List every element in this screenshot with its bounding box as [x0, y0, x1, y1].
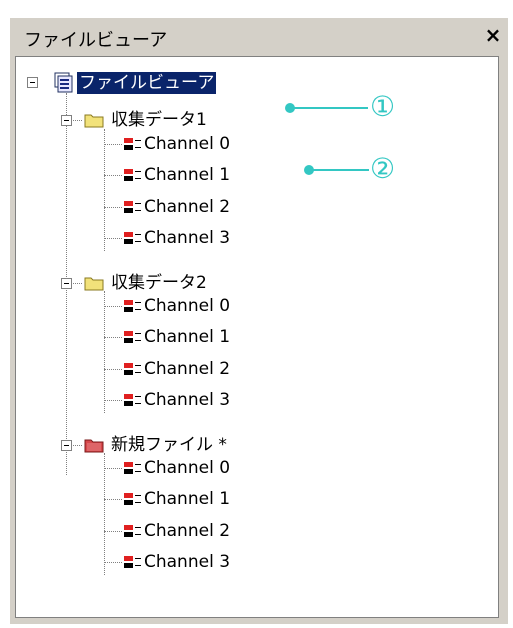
- tree-guide-line: [104, 453, 105, 575]
- channel-icon: [124, 394, 141, 406]
- close-button[interactable]: ×: [482, 24, 504, 46]
- tree-channel-label[interactable]: Channel 0: [144, 295, 230, 317]
- tree-guide-line: [104, 238, 122, 239]
- tree-channel-label[interactable]: Channel 1: [144, 488, 230, 510]
- callout-number-2: ②: [370, 152, 396, 185]
- channel-icon: [124, 138, 141, 150]
- tree-guide-line: [104, 291, 105, 413]
- channel-icon: [124, 169, 141, 181]
- tree-channel-label[interactable]: Channel 1: [144, 326, 230, 348]
- group-collapse-toggle[interactable]: [61, 440, 72, 451]
- tree-channel-label[interactable]: Channel 2: [144, 358, 230, 380]
- channel-icon: [124, 525, 141, 537]
- channel-icon: [124, 363, 141, 375]
- channel-icon: [124, 201, 141, 213]
- tree-guide-line: [104, 369, 122, 370]
- channel-icon: [124, 556, 141, 568]
- channel-icon: [124, 232, 141, 244]
- file-tree: ファイルビューア 収集データ1 Channel 0 Channel 1 Chan…: [15, 56, 499, 618]
- folder-icon: [84, 114, 104, 128]
- channel-icon: [124, 462, 141, 474]
- folder-icon: [84, 439, 104, 453]
- tree-channel-label[interactable]: Channel 2: [144, 196, 230, 218]
- tree-channel-label[interactable]: Channel 1: [144, 164, 230, 186]
- tree-guide-line: [104, 175, 122, 176]
- tree-channel-label[interactable]: Channel 2: [144, 520, 230, 542]
- tree-guide-line: [104, 337, 122, 338]
- folder-icon: [84, 277, 104, 291]
- tree-channel-label[interactable]: Channel 3: [144, 389, 230, 411]
- channel-icon: [124, 300, 141, 312]
- tree-guide-line: [104, 499, 122, 500]
- tree-channel-label[interactable]: Channel 0: [144, 133, 230, 155]
- tree-guide-line: [104, 531, 122, 532]
- file-viewer-panel: ファイルビューア × ファイルビューア 収集データ1 Channel 0 Cha…: [10, 18, 508, 624]
- panel-titlebar: ファイルビューア ×: [10, 18, 508, 54]
- tree-guide-line: [104, 129, 105, 251]
- tree-guide-line: [104, 400, 122, 401]
- tree-channel-label[interactable]: Channel 3: [144, 227, 230, 249]
- tree-guide-line: [104, 562, 122, 563]
- tree-guide-line: [104, 306, 122, 307]
- group-collapse-toggle[interactable]: [61, 115, 72, 126]
- tree-guide-line: [104, 468, 122, 469]
- tree-guide-line: [104, 144, 122, 145]
- root-collapse-toggle[interactable]: [27, 77, 38, 88]
- tree-channel-label[interactable]: Channel 3: [144, 551, 230, 573]
- tree-guide-line: [104, 207, 122, 208]
- tree-channel-label[interactable]: Channel 0: [144, 457, 230, 479]
- tree-root-label[interactable]: ファイルビューア: [77, 72, 217, 94]
- tree-group-label[interactable]: 収集データ1: [111, 109, 207, 131]
- callout-number-1: ①: [370, 90, 396, 123]
- tree-group-label[interactable]: 収集データ2: [111, 272, 207, 294]
- channel-icon: [124, 331, 141, 343]
- file-viewer-root-icon: [54, 72, 73, 93]
- callout-leader-line: [309, 169, 369, 171]
- tree-group-label[interactable]: 新規ファイル *: [111, 434, 227, 456]
- panel-title: ファイルビューア: [24, 30, 168, 51]
- channel-icon: [124, 493, 141, 505]
- callout-leader-line: [290, 107, 368, 109]
- group-collapse-toggle[interactable]: [61, 278, 72, 289]
